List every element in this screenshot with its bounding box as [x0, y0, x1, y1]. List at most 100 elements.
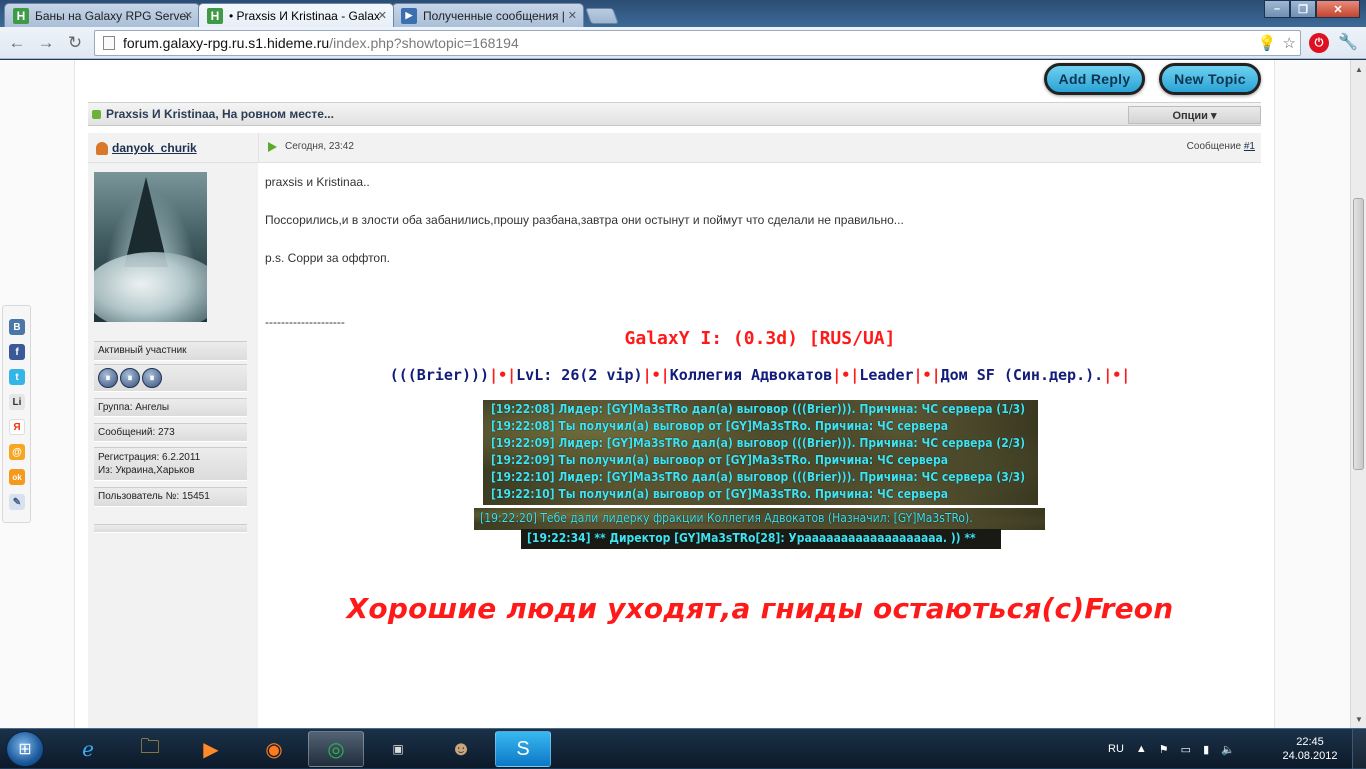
chat-line: [19:22:09] Ты получил(а) выговор от [GY]…	[491, 453, 948, 467]
firefox-icon[interactable]: ◉	[246, 731, 302, 767]
maximize-button[interactable]: ❐	[1290, 0, 1316, 18]
tab-title: Баны на Galaxy RPG Server	[35, 8, 191, 23]
clock[interactable]: 22:45 24.08.2012	[1275, 735, 1345, 763]
tray-notify-icon[interactable]: ⚑	[1159, 743, 1169, 756]
facebook-icon[interactable]: f	[9, 344, 25, 360]
clock-time: 22:45	[1296, 736, 1324, 748]
sig-faction: Коллегия Адвокатов	[669, 366, 833, 384]
taskbar: ⊞ ℯ 🗀 ▶ ◉ ◎ ▣ ☻ S RU ▲ ⚑ ▭ ▮ 🔈 22:45 24.…	[0, 728, 1366, 769]
chat-line: [19:22:10] Ты получил(а) выговор от [GY]…	[491, 487, 948, 501]
liveinternet-icon[interactable]: Li	[9, 394, 25, 410]
author-sidebar: Активный участник ⏸ ⏸ ⏸ Группа: Ангелы С…	[88, 163, 258, 728]
close-tab-icon[interactable]: ✕	[568, 9, 577, 22]
share-panel: B f t Li Я @ ok ✎	[2, 305, 31, 523]
user-group: Группа: Ангелы	[94, 398, 247, 417]
new-tab-button[interactable]	[585, 8, 619, 24]
forum-favicon-icon: H	[207, 7, 223, 24]
chat-line: [19:22:09] Лидер: [GY]Ma3sTRo дал(а) выг…	[491, 436, 1026, 450]
tab-messages[interactable]: ▶ Полученные сообщения | ✕	[392, 3, 584, 27]
close-tab-icon[interactable]: ✕	[184, 9, 193, 22]
user-registration: Регистрация: 6.2.2011 Из: Украина,Харько…	[94, 447, 247, 481]
chat-line: [19:22:34] ** Директор [GY]Ma3sTRo[28]: …	[527, 531, 976, 545]
tab-praxsis[interactable]: H • Praxsis И Kristinaa - Galax ✕	[198, 3, 394, 27]
game-app-icon[interactable]: ▣	[370, 731, 426, 767]
url-host: forum.galaxy-rpg.ru.s1.hideme.ru	[123, 35, 330, 51]
tab-strip: H Баны на Galaxy RPG Server ✕ H • Praxsi…	[0, 0, 1366, 27]
rank-pip-icon: ⏸	[142, 368, 162, 388]
post-line-2: Поссорились,и в злости оба забанились,пр…	[265, 213, 904, 227]
start-button[interactable]: ⊞	[6, 731, 44, 767]
post-number-link[interactable]: #1	[1244, 141, 1255, 152]
lightbulb-icon[interactable]: 💡	[1258, 34, 1277, 52]
avatar	[94, 172, 207, 322]
chat-line: [19:22:08] Лидер: [GY]Ma3sTRo дал(а) выг…	[491, 402, 1026, 416]
extension-icon[interactable]: ⏻	[1309, 33, 1329, 53]
signature-quote: Хорошие люди уходят,а гниды остаються(с)…	[346, 592, 1174, 625]
language-indicator[interactable]: RU	[1108, 743, 1124, 755]
forward-icon[interactable]: →	[35, 33, 57, 53]
user-icon	[96, 141, 108, 155]
address-bar[interactable]: forum.galaxy-rpg.ru.s1.hideme.ru/index.p…	[94, 30, 1301, 56]
forum-favicon-icon: H	[13, 7, 29, 24]
skype-icon[interactable]: S	[495, 731, 551, 767]
sig-sep: |•|	[1103, 366, 1131, 384]
bookmark-icon[interactable]: ✎	[9, 494, 25, 510]
chat-leader-image: [19:22:20] Тебе дали лидерку фракции Кол…	[474, 508, 1045, 530]
arrow-right-icon[interactable]	[268, 141, 277, 152]
close-tab-icon[interactable]: ✕	[378, 9, 387, 22]
wrench-icon[interactable]: 🔧	[1338, 32, 1358, 52]
add-reply-button[interactable]: Add Reply	[1044, 63, 1145, 95]
post-line-1: praxsis и Kristinaa..	[265, 175, 370, 189]
post-date: Сегодня, 23:42	[268, 141, 354, 152]
odnoklassniki-icon[interactable]: ok	[9, 469, 25, 485]
close-window-button[interactable]: ✕	[1316, 0, 1360, 18]
new-topic-button[interactable]: New Topic	[1159, 63, 1261, 95]
mailru-icon[interactable]: @	[9, 444, 25, 460]
scroll-down-icon[interactable]: ▼	[1351, 712, 1366, 726]
minimize-button[interactable]: –	[1264, 0, 1290, 18]
sig-sep: |•|	[489, 366, 517, 384]
show-desktop-button[interactable]	[1352, 729, 1366, 769]
topic-title: Praxsis И Kristinaa, На ровном месте...	[106, 107, 334, 121]
system-tray: RU ▲ ⚑ ▭ ▮ 🔈	[1108, 729, 1235, 769]
options-dropdown[interactable]: Опции ▾	[1128, 106, 1261, 124]
vkontakte-icon[interactable]: B	[9, 319, 25, 335]
user-location: Из: Украина,Харьков	[98, 465, 195, 476]
reload-icon[interactable]: ↻	[64, 33, 86, 53]
play-favicon-icon: ▶	[401, 7, 417, 24]
tray-expand-icon[interactable]: ▲	[1136, 743, 1147, 755]
tray-network-icon[interactable]: ▮	[1203, 743, 1209, 756]
sig-house: Дом SF (Син.дер.).	[940, 366, 1104, 384]
internet-explorer-icon[interactable]: ℯ	[60, 731, 116, 767]
sa-mp-icon[interactable]: ☻	[433, 731, 489, 767]
page-viewport: Add Reply New Topic Praxsis И Kristinaa,…	[0, 60, 1350, 728]
signature-server: GalaxY I: (0.3d) [RUS/UA]	[624, 328, 896, 349]
back-icon[interactable]: ←	[6, 33, 28, 53]
url-path: /index.php?showtopic=168194	[329, 35, 519, 51]
sig-rank: Leader	[859, 366, 914, 384]
user-posts: Сообщений: 273	[94, 423, 247, 442]
explorer-folder-icon[interactable]: 🗀	[122, 731, 178, 767]
media-player-icon[interactable]: ▶	[183, 731, 239, 767]
topic-header: Praxsis И Kristinaa, На ровном месте... …	[88, 102, 1261, 126]
sig-level: LvL: 26(2 vip)	[516, 366, 643, 384]
tray-monitor-icon[interactable]: ▭	[1181, 743, 1191, 756]
scroll-up-icon[interactable]: ▲	[1351, 62, 1366, 76]
author-link[interactable]: danyok_churik	[112, 141, 197, 155]
rank-pip-icon: ⏸	[98, 368, 118, 388]
twitter-icon[interactable]: t	[9, 369, 25, 385]
chrome-icon[interactable]: ◎	[308, 731, 364, 767]
page-scrollbar[interactable]: ▲ ▼	[1350, 60, 1366, 728]
volume-icon[interactable]: 🔈	[1221, 743, 1235, 756]
sig-nickname: (((Brier)))	[389, 366, 490, 384]
chat-line: [19:22:20] Тебе дали лидерку фракции Кол…	[480, 511, 973, 525]
forum-content: Add Reply New Topic Praxsis И Kristinaa,…	[74, 60, 1275, 728]
chat-line: [19:22:08] Ты получил(а) выговор от [GY]…	[491, 419, 948, 433]
sig-sep: |•|	[642, 366, 670, 384]
scroll-thumb[interactable]	[1353, 198, 1364, 470]
tab-bans[interactable]: H Баны на Galaxy RPG Server ✕	[4, 3, 200, 27]
yandex-icon[interactable]: Я	[9, 419, 25, 435]
bookmark-star-icon[interactable]: ☆	[1283, 34, 1296, 52]
chat-line: [19:22:10] Лидер: [GY]Ma3sTRo дал(а) выг…	[491, 470, 1026, 484]
post-line-3: p.s. Сорри за оффтоп.	[265, 251, 390, 265]
